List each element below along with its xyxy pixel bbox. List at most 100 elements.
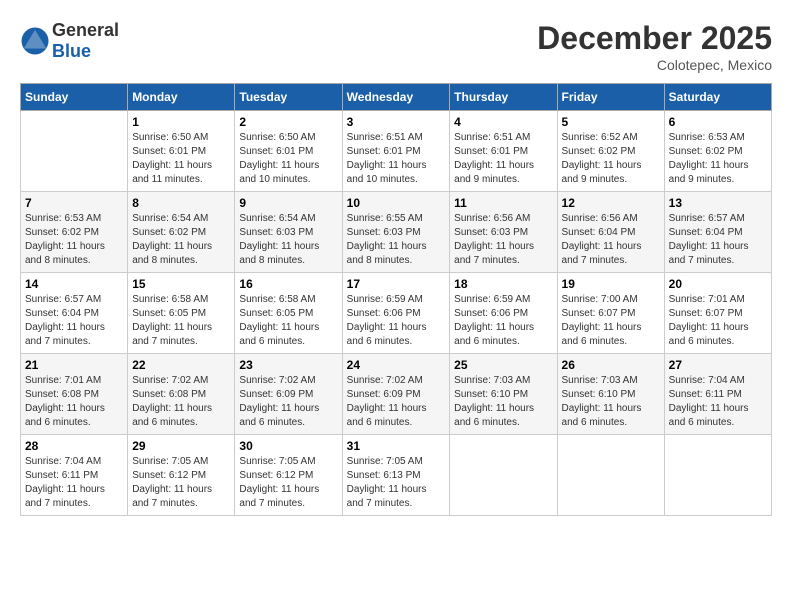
day-info: Sunrise: 6:59 AMSunset: 6:06 PMDaylight:… [454, 293, 552, 349]
day-info: Sunrise: 6:57 AMSunset: 6:04 PMDaylight:… [25, 293, 123, 349]
day-info: Sunrise: 7:01 AMSunset: 6:08 PMDaylight:… [25, 374, 123, 430]
calendar-cell: 4 Sunrise: 6:51 AMSunset: 6:01 PMDaylight… [450, 111, 557, 192]
calendar-header-thursday: Thursday [450, 84, 557, 111]
calendar-header-saturday: Saturday [664, 84, 771, 111]
day-number: 3 [347, 115, 446, 129]
logo-blue-text: Blue [52, 41, 91, 61]
day-number: 15 [132, 277, 230, 291]
day-number: 4 [454, 115, 552, 129]
day-info: Sunrise: 7:03 AMSunset: 6:10 PMDaylight:… [562, 374, 660, 430]
calendar-week-row: 28 Sunrise: 7:04 AMSunset: 6:11 PMDayligh… [21, 435, 772, 516]
day-number: 14 [25, 277, 123, 291]
calendar-cell: 25Sunrise: 7:03 AMSunset: 6:10 PMDayligh… [450, 354, 557, 435]
calendar-cell: 18 Sunrise: 6:59 AMSunset: 6:06 PMDayligh… [450, 273, 557, 354]
day-info: Sunrise: 7:02 AMSunset: 6:09 PMDaylight:… [347, 374, 446, 430]
day-number: 18 [454, 277, 552, 291]
calendar-header-sunday: Sunday [21, 84, 128, 111]
day-number: 19 [562, 277, 660, 291]
calendar-cell: 14 Sunrise: 6:57 AMSunset: 6:04 PMDayligh… [21, 273, 128, 354]
location: Colotepec, Mexico [537, 57, 772, 73]
month-title: December 2025 [537, 20, 772, 57]
day-number: 12 [562, 196, 660, 210]
calendar-cell: 16 Sunrise: 6:58 AMSunset: 6:05 PMDayligh… [235, 273, 342, 354]
calendar-cell: 31 Sunrise: 7:05 AMSunset: 6:13 PMDayligh… [342, 435, 450, 516]
day-number: 27 [669, 358, 767, 372]
day-info: Sunrise: 6:50 AMSunset: 6:01 PMDaylight:… [132, 131, 230, 187]
day-number: 28 [25, 439, 123, 453]
day-number: 11 [454, 196, 552, 210]
day-number: 23 [239, 358, 337, 372]
day-number: 1 [132, 115, 230, 129]
day-info: Sunrise: 6:51 AMSunset: 6:01 PMDaylight:… [454, 131, 552, 187]
day-info: Sunrise: 7:05 AMSunset: 6:12 PMDaylight:… [239, 455, 337, 511]
calendar-cell: 1 Sunrise: 6:50 AMSunset: 6:01 PMDaylight… [128, 111, 235, 192]
day-number: 17 [347, 277, 446, 291]
day-info: Sunrise: 6:50 AMSunset: 6:01 PMDaylight:… [239, 131, 337, 187]
logo: General Blue [20, 20, 119, 62]
day-info: Sunrise: 6:54 AMSunset: 6:03 PMDaylight:… [239, 212, 337, 268]
calendar-cell: 7 Sunrise: 6:53 AMSunset: 6:02 PMDaylight… [21, 192, 128, 273]
calendar-cell: 23Sunrise: 7:02 AMSunset: 6:09 PMDayligh… [235, 354, 342, 435]
day-number: 10 [347, 196, 446, 210]
calendar-week-row: 14 Sunrise: 6:57 AMSunset: 6:04 PMDayligh… [21, 273, 772, 354]
calendar-cell: 13 Sunrise: 6:57 AMSunset: 6:04 PMDayligh… [664, 192, 771, 273]
calendar-table: SundayMondayTuesdayWednesdayThursdayFrid… [20, 83, 772, 516]
calendar-cell: 21Sunrise: 7:01 AMSunset: 6:08 PMDayligh… [21, 354, 128, 435]
day-number: 9 [239, 196, 337, 210]
page-header: General Blue December 2025 Colotepec, Me… [20, 20, 772, 73]
day-number: 2 [239, 115, 337, 129]
calendar-cell: 9 Sunrise: 6:54 AMSunset: 6:03 PMDaylight… [235, 192, 342, 273]
calendar-cell: 3 Sunrise: 6:51 AMSunset: 6:01 PMDaylight… [342, 111, 450, 192]
day-number: 13 [669, 196, 767, 210]
calendar-cell: 22Sunrise: 7:02 AMSunset: 6:08 PMDayligh… [128, 354, 235, 435]
calendar-cell: 8Sunrise: 6:54 AMSunset: 6:02 PMDaylight… [128, 192, 235, 273]
day-number: 6 [669, 115, 767, 129]
day-number: 5 [562, 115, 660, 129]
day-info: Sunrise: 6:51 AMSunset: 6:01 PMDaylight:… [347, 131, 446, 187]
calendar-header-tuesday: Tuesday [235, 84, 342, 111]
calendar-cell: 12 Sunrise: 6:56 AMSunset: 6:04 PMDayligh… [557, 192, 664, 273]
day-info: Sunrise: 6:52 AMSunset: 6:02 PMDaylight:… [562, 131, 660, 187]
day-number: 16 [239, 277, 337, 291]
calendar-cell: 17 Sunrise: 6:59 AMSunset: 6:06 PMDayligh… [342, 273, 450, 354]
day-number: 8 [132, 196, 230, 210]
day-info: Sunrise: 6:56 AMSunset: 6:04 PMDaylight:… [562, 212, 660, 268]
day-number: 31 [347, 439, 446, 453]
calendar-cell: 30Sunrise: 7:05 AMSunset: 6:12 PMDayligh… [235, 435, 342, 516]
day-info: Sunrise: 7:04 AMSunset: 6:11 PMDaylight:… [25, 455, 123, 511]
day-number: 20 [669, 277, 767, 291]
day-info: Sunrise: 7:05 AMSunset: 6:13 PMDaylight:… [347, 455, 446, 511]
calendar-week-row: 7 Sunrise: 6:53 AMSunset: 6:02 PMDaylight… [21, 192, 772, 273]
calendar-cell: 26 Sunrise: 7:03 AMSunset: 6:10 PMDayligh… [557, 354, 664, 435]
day-info: Sunrise: 6:55 AMSunset: 6:03 PMDaylight:… [347, 212, 446, 268]
day-info: Sunrise: 6:53 AMSunset: 6:02 PMDaylight:… [25, 212, 123, 268]
calendar-header-monday: Monday [128, 84, 235, 111]
calendar-cell: 19Sunrise: 7:00 AMSunset: 6:07 PMDayligh… [557, 273, 664, 354]
day-info: Sunrise: 6:58 AMSunset: 6:05 PMDaylight:… [132, 293, 230, 349]
day-info: Sunrise: 6:59 AMSunset: 6:06 PMDaylight:… [347, 293, 446, 349]
calendar-header-wednesday: Wednesday [342, 84, 450, 111]
calendar-cell: 6 Sunrise: 6:53 AMSunset: 6:02 PMDaylight… [664, 111, 771, 192]
logo-general-text: General [52, 20, 119, 40]
day-info: Sunrise: 7:04 AMSunset: 6:11 PMDaylight:… [669, 374, 767, 430]
day-info: Sunrise: 6:57 AMSunset: 6:04 PMDaylight:… [669, 212, 767, 268]
day-number: 7 [25, 196, 123, 210]
calendar-cell: 29 Sunrise: 7:05 AMSunset: 6:12 PMDayligh… [128, 435, 235, 516]
day-info: Sunrise: 7:01 AMSunset: 6:07 PMDaylight:… [669, 293, 767, 349]
day-info: Sunrise: 6:58 AMSunset: 6:05 PMDaylight:… [239, 293, 337, 349]
title-block: December 2025 Colotepec, Mexico [537, 20, 772, 73]
day-info: Sunrise: 7:03 AMSunset: 6:10 PMDaylight:… [454, 374, 552, 430]
day-number: 29 [132, 439, 230, 453]
calendar-cell: 11 Sunrise: 6:56 AMSunset: 6:03 PMDayligh… [450, 192, 557, 273]
calendar-cell: 28 Sunrise: 7:04 AMSunset: 6:11 PMDayligh… [21, 435, 128, 516]
day-number: 26 [562, 358, 660, 372]
calendar-cell: 2 Sunrise: 6:50 AMSunset: 6:01 PMDaylight… [235, 111, 342, 192]
calendar-header-row: SundayMondayTuesdayWednesdayThursdayFrid… [21, 84, 772, 111]
day-info: Sunrise: 6:56 AMSunset: 6:03 PMDaylight:… [454, 212, 552, 268]
day-info: Sunrise: 7:05 AMSunset: 6:12 PMDaylight:… [132, 455, 230, 511]
calendar-week-row: 1 Sunrise: 6:50 AMSunset: 6:01 PMDaylight… [21, 111, 772, 192]
day-number: 22 [132, 358, 230, 372]
logo-icon [20, 26, 50, 56]
calendar-cell: 27 Sunrise: 7:04 AMSunset: 6:11 PMDayligh… [664, 354, 771, 435]
day-info: Sunrise: 6:53 AMSunset: 6:02 PMDaylight:… [669, 131, 767, 187]
